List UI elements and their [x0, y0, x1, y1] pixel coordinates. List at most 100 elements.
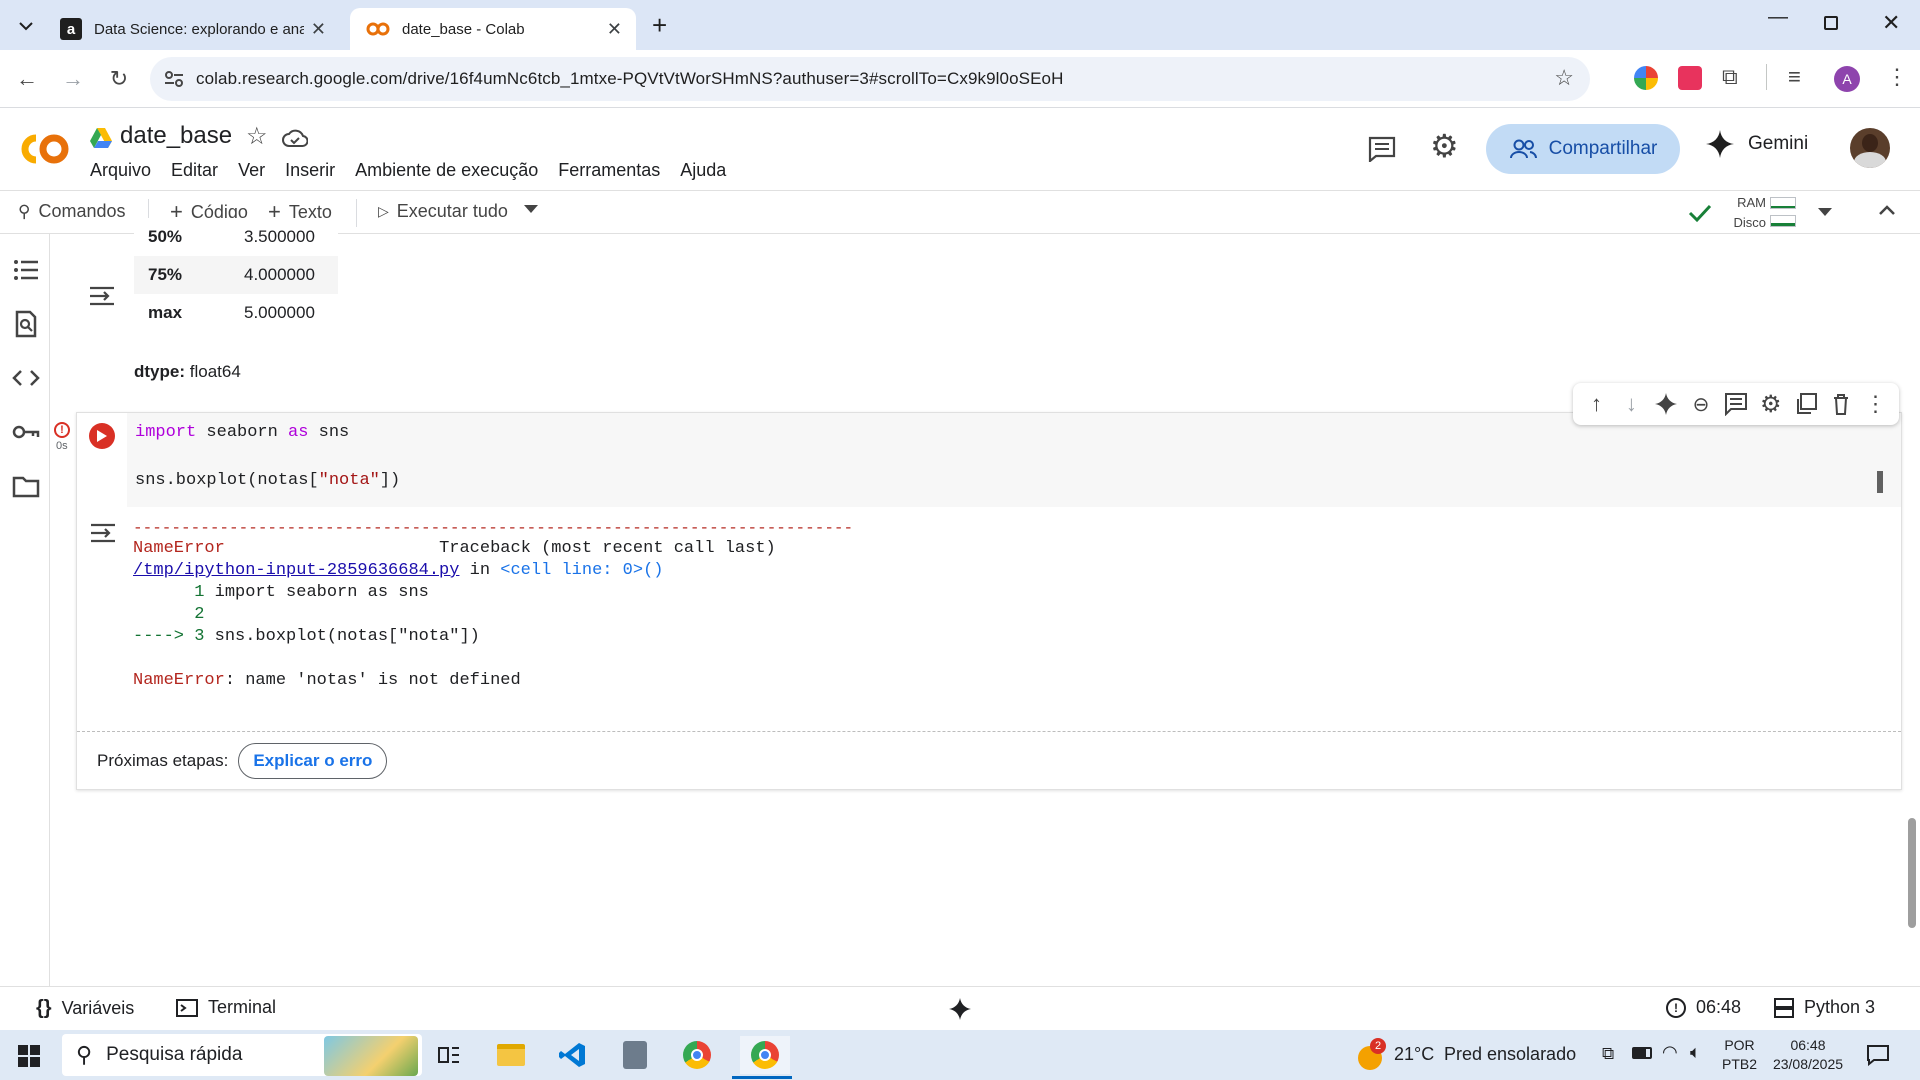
gemini-sparkle-icon[interactable]	[948, 997, 972, 1021]
close-icon[interactable]: ✕	[607, 19, 622, 40]
chrome-active-icon[interactable]	[740, 1036, 790, 1074]
tab-search-button[interactable]	[12, 12, 40, 40]
runtime-dropdown-icon[interactable]	[1818, 208, 1832, 217]
battery-icon[interactable]	[1632, 1047, 1652, 1059]
settings-gear-icon[interactable]: ⚙	[1430, 130, 1459, 162]
comments-icon[interactable]	[1368, 136, 1396, 162]
weather-description[interactable]: Pred ensolarado	[1444, 1044, 1576, 1065]
menu-ver[interactable]: Ver	[238, 160, 265, 181]
files-folder-icon[interactable]	[12, 472, 40, 500]
menu-inserir[interactable]: Inserir	[285, 160, 335, 181]
collapse-header-icon[interactable]	[1878, 204, 1896, 216]
restore-icon[interactable]	[1824, 16, 1838, 30]
language-secondary: PTB2	[1722, 1056, 1758, 1072]
terminal-button[interactable]: Terminal	[176, 997, 276, 1018]
find-replace-icon[interactable]	[12, 310, 40, 338]
more-options-icon[interactable]: ⋮	[1863, 391, 1887, 416]
menu-ferramentas[interactable]: Ferramentas	[558, 160, 660, 181]
notifications-icon[interactable]	[1866, 1044, 1890, 1066]
execution-time-status[interactable]: ! 06:48	[1666, 997, 1741, 1018]
weather-temp[interactable]: 21°C	[1394, 1044, 1434, 1065]
google-drive-icon[interactable]	[90, 128, 112, 148]
star-icon[interactable]: ☆	[246, 122, 268, 151]
browser-menu-icon[interactable]: ⋮	[1886, 64, 1908, 90]
profile-avatar[interactable]: A	[1834, 66, 1860, 92]
calculator-app-icon[interactable]	[616, 1036, 654, 1074]
run-all-button[interactable]: ▷ Executar tudo	[378, 201, 508, 222]
editor-scrollbar[interactable]	[1877, 471, 1883, 493]
output-toggle-icon[interactable]	[88, 284, 116, 308]
share-label: Compartilhar	[1548, 138, 1658, 159]
back-icon[interactable]: ←	[12, 64, 42, 94]
comment-icon[interactable]	[1724, 392, 1748, 416]
move-down-icon[interactable]: ↓	[1619, 391, 1643, 416]
error-message: NameError: name 'notas' is not defined	[133, 671, 521, 690]
browser-toolbar: ← → ↻ colab.research.google.com/drive/16…	[0, 50, 1920, 108]
cell-settings-icon[interactable]: ⚙	[1759, 391, 1783, 418]
runtime-status[interactable]: Python 3	[1774, 997, 1875, 1018]
stat-key: max	[148, 303, 183, 322]
system-clock[interactable]: 06:48 23/08/2025	[1766, 1036, 1850, 1074]
run-cell-button[interactable]	[89, 423, 115, 449]
vscode-icon[interactable]	[554, 1036, 592, 1074]
close-icon[interactable]: ✕	[311, 19, 326, 40]
clock-date: 23/08/2025	[1772, 1056, 1844, 1072]
menu-ajuda[interactable]: Ajuda	[680, 160, 726, 181]
mirror-cell-icon[interactable]	[1794, 392, 1818, 416]
menu-editar[interactable]: Editar	[171, 160, 218, 181]
share-button[interactable]: Compartilhar	[1486, 124, 1680, 174]
left-sidebar	[0, 234, 50, 986]
chrome-icon[interactable]	[678, 1036, 716, 1074]
reload-icon[interactable]: ↻	[104, 64, 134, 94]
url-text: colab.research.google.com/drive/16f4umNc…	[196, 69, 1064, 88]
delete-icon[interactable]	[1829, 392, 1853, 416]
table-of-contents-icon[interactable]	[12, 256, 40, 284]
task-view-icon[interactable]	[430, 1036, 468, 1074]
extension-palette-icon[interactable]	[1634, 66, 1658, 90]
language-indicator[interactable]: POR PTB2	[1722, 1036, 1757, 1074]
new-tab-icon[interactable]: +	[652, 10, 667, 41]
resource-labels[interactable]: RAM Disco	[1730, 193, 1766, 233]
weather-widget-icon[interactable]: 2	[1356, 1038, 1390, 1072]
camera-tray-icon[interactable]: ⧉	[1602, 1044, 1614, 1064]
extensions-puzzle-icon[interactable]: ⧉	[1722, 64, 1738, 90]
code-editor[interactable]: import seaborn as sns sns.boxplot(notas[…	[127, 413, 1901, 507]
menu-ambiente[interactable]: Ambiente de execução	[355, 160, 538, 181]
move-up-icon[interactable]: ↑	[1584, 391, 1608, 416]
site-settings-icon[interactable]	[164, 70, 184, 88]
gemini-button[interactable]: Gemini	[1706, 130, 1808, 158]
volume-icon[interactable]: 🔈︎	[1690, 1042, 1701, 1063]
code-cell[interactable]: import seaborn as sns sns.boxplot(notas[…	[76, 383, 1902, 790]
stat-row-max: max 5.000000	[134, 294, 338, 332]
gemini-sparkle-icon[interactable]	[1654, 392, 1678, 416]
extension-pink-icon[interactable]	[1678, 66, 1702, 90]
output-toggle-icon[interactable]	[89, 521, 117, 545]
colab-logo-icon[interactable]	[18, 132, 70, 166]
traceback-file-link[interactable]: /tmp/ipython-input-2859636684.py	[133, 561, 459, 580]
code-line-1: import seaborn as sns	[135, 423, 350, 442]
close-window-icon[interactable]: ✕	[1882, 10, 1900, 36]
bookmark-star-icon[interactable]: ☆	[1554, 65, 1574, 91]
media-control-icon[interactable]: ≡	[1788, 64, 1801, 90]
run-all-dropdown[interactable]	[524, 205, 538, 214]
minimize-icon[interactable]: —	[1768, 6, 1788, 29]
user-avatar[interactable]	[1850, 128, 1890, 168]
taskbar-search[interactable]: ⚲ Pesquisa rápida	[62, 1034, 422, 1076]
code-snippets-icon[interactable]	[12, 364, 40, 392]
link-icon[interactable]: ⊖	[1689, 392, 1713, 416]
search-placeholder: Pesquisa rápida	[106, 1044, 243, 1065]
page-scrollbar[interactable]	[1908, 818, 1916, 928]
wifi-icon[interactable]: ◠	[1662, 1042, 1678, 1063]
explain-error-button[interactable]: Explicar o erro	[238, 743, 388, 779]
tab-data-science[interactable]: a Data Science: explorando e ana ✕	[50, 8, 340, 50]
file-explorer-icon[interactable]	[492, 1036, 530, 1074]
windows-start-icon[interactable]	[18, 1045, 40, 1067]
address-bar[interactable]: colab.research.google.com/drive/16f4umNc…	[150, 57, 1590, 101]
forward-icon[interactable]: →	[58, 64, 88, 94]
commands-button[interactable]: ⚲ Comandos	[18, 201, 126, 222]
tab-colab[interactable]: date_base - Colab ✕	[350, 8, 636, 50]
notebook-title[interactable]: date_base	[120, 122, 232, 150]
variables-button[interactable]: {} Variáveis	[36, 997, 134, 1020]
secrets-key-icon[interactable]	[12, 418, 40, 446]
menu-arquivo[interactable]: Arquivo	[90, 160, 151, 181]
